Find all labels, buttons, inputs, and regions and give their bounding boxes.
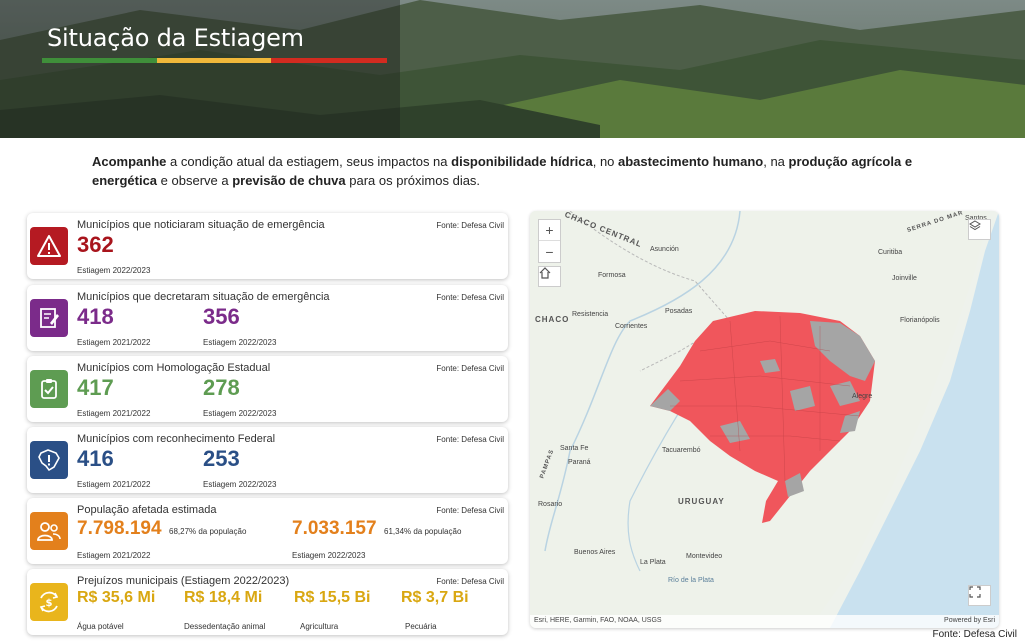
stripe-red [271,58,387,63]
page-title: Situação da Estiagem [47,24,304,52]
map-attribution: Esri, HERE, Garmin, FAO, NOAA, USGS Powe… [530,615,999,628]
footer-source: Fonte: Defesa Civil [932,629,1017,640]
card-title: Municípios com Homologação Estadual [77,362,271,374]
layers-icon[interactable] [968,219,991,240]
stripe-yellow [157,58,271,63]
card-title: Municípios que decretaram situação de em… [77,291,330,303]
card-title: População afetada estimada [77,504,217,516]
map-label: Paraná [568,459,591,466]
map-label: Río de la Plata [668,577,714,584]
card-value-label: Agricultura [300,622,339,631]
zoom-out-button[interactable]: − [539,241,560,262]
card-value: 362 [77,232,114,257]
map-label: Santa Fe [560,445,589,452]
zoom-control[interactable]: + − [538,219,561,263]
card-source: Fonte: Defesa Civil [436,293,504,302]
map-label: Asunción [650,246,679,253]
card-value: 417 [77,375,114,400]
map-label: Formosa [598,272,626,279]
card-value: 356 [203,304,240,329]
map-label: Florianópolis [900,317,940,324]
brazil-map-icon [30,441,68,479]
map-label: Posadas [665,308,693,315]
intro-text: Acompanhe a condição atual da estiagem, … [92,154,913,188]
card-value: 7.033.157 [292,518,377,539]
card-value-label: Estiagem 2022/2023 [203,338,277,347]
landscape-image [0,0,1025,138]
map-label: Tacuarembó [662,447,701,454]
card-value-label: Estiagem 2022/2023 [203,409,277,418]
map-label: Curitiba [878,249,903,256]
card-source: Fonte: Defesa Civil [436,506,504,515]
map-label: URUGUAY [678,497,725,506]
card-title: Prejuízos municipais (Estiagem 2022/2023… [77,575,290,587]
card-source: Fonte: Defesa Civil [436,364,504,373]
card-state-homologation: Municípios com Homologação Estadual Font… [27,356,508,422]
card-value: R$ 18,4 Mi [184,589,263,606]
card-value-label: Pecuária [405,622,437,631]
svg-text:$: $ [46,598,53,609]
card-value-label: Estiagem 2021/2022 [77,551,151,560]
card-value: 418 [77,304,114,329]
drought-map[interactable]: CHACO CENTRAL Asunción Formosa CHACO Res… [530,211,999,628]
card-value: R$ 3,7 Bi [401,589,469,606]
card-title: Municípios com reconhecimento Federal [77,433,276,445]
clipboard-check-icon [30,370,68,408]
card-emergency-decreed: Municípios que decretaram situação de em… [27,285,508,351]
card-value-label: Água potável [77,622,124,631]
map-label: Rosario [538,501,563,508]
card-affected-population: População afetada estimada Fonte: Defesa… [27,498,508,564]
card-federal-recognition: Municípios com reconhecimento Federal Fo… [27,427,508,493]
map-label: Corrientes [615,323,648,330]
map-label: Alegre [852,393,873,400]
header-banner: Situação da Estiagem [0,0,1025,138]
card-value: R$ 35,6 Mi [77,589,156,606]
card-value: R$ 15,5 Bi [294,589,371,606]
stripe-green [42,58,157,63]
card-value-label: Estiagem 2021/2022 [77,338,151,347]
card-value: 253 [203,446,240,471]
money-cycle-icon: $ [30,583,68,621]
card-value-label: Estiagem 2021/2022 [77,409,151,418]
map-label: Montevideo [686,553,723,560]
map-label: Joinville [892,275,917,282]
card-source: Fonte: Defesa Civil [436,221,504,230]
card-value-note: 61,34% da população [384,527,462,536]
card-value-label: Estiagem 2022/2023 [203,480,277,489]
card-source: Fonte: Defesa Civil [436,577,504,586]
warning-icon [30,227,68,265]
fullscreen-icon[interactable] [968,585,991,606]
card-emergency-noticed: Municípios que noticiaram situação de em… [27,213,508,279]
card-value-label: Estiagem 2021/2022 [77,480,151,489]
people-icon [30,512,68,550]
card-value: 7.798.194 [77,518,162,539]
card-municipal-losses: $ Prejuízos municipais (Estiagem 2022/20… [27,569,508,635]
document-sign-icon [30,299,68,337]
card-value: 416 [77,446,114,471]
card-title: Municípios que noticiaram situação de em… [77,219,325,231]
card-value-note: 68,27% da população [169,527,247,536]
map-label: Resistencia [572,311,609,318]
zoom-in-button[interactable]: + [539,220,560,241]
card-value-label: Estiagem 2022/2023 [292,551,366,560]
map-label: CHACO [535,315,570,324]
card-source: Fonte: Defesa Civil [436,435,504,444]
card-value: 278 [203,375,240,400]
card-value-label: Dessedentação animal [184,622,266,631]
map-label: Buenos Aires [574,549,616,556]
map-label: La Plata [640,559,666,566]
home-icon[interactable] [538,266,561,287]
card-value-label: Estiagem 2022/2023 [77,266,151,275]
